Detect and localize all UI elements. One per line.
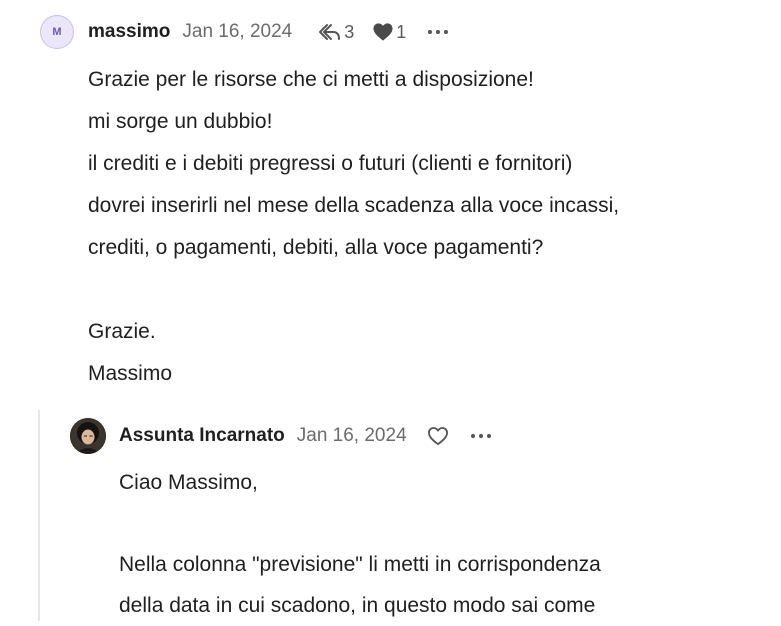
reply-line: della data in cui scadono, in questo mod… (119, 594, 596, 617)
reply-username[interactable]: Assunta Incarnato (119, 425, 285, 447)
post-body: Grazie per le risorse che ci metti a dis… (88, 59, 768, 395)
reply-thread-line (38, 410, 40, 621)
avatar-photo-icon (70, 418, 106, 454)
reply-avatar[interactable] (70, 418, 106, 454)
like-button[interactable]: 1 (372, 22, 406, 43)
post-header: M massimo Jan 16, 2024 3 1 (40, 15, 450, 49)
post-date[interactable]: Jan 16, 2024 (182, 21, 292, 43)
post-line: il crediti e i debiti pregressi o futuri… (88, 152, 573, 175)
reply-more-options-button[interactable] (469, 426, 493, 446)
post-line: crediti, o pagamenti, debiti, alla voce … (88, 236, 544, 259)
reply-arrow-icon (319, 24, 341, 40)
reply-blank-line (119, 503, 759, 544)
more-dots-icon (426, 22, 450, 42)
reply-count-button[interactable]: 3 (318, 22, 354, 43)
reply-line: Ciao Massimo, (119, 471, 258, 494)
more-dots-icon (469, 426, 493, 446)
more-options-button[interactable] (426, 22, 450, 42)
reply-date[interactable]: Jan 16, 2024 (297, 425, 407, 447)
reply-count: 3 (344, 21, 355, 42)
post-line: Grazie. (88, 320, 156, 343)
post-blank-line (88, 269, 768, 311)
like-count: 1 (396, 21, 407, 42)
post-line: mi sorge un dubbio! (88, 110, 273, 133)
post-line: dovrei inserirli nel mese della scadenza… (88, 194, 620, 217)
post-line: Grazie per le risorse che ci metti a dis… (88, 68, 534, 91)
reply-header: Assunta Incarnato Jan 16, 2024 (70, 418, 493, 454)
reply-body: Ciao Massimo, Nella colonna "previsione"… (119, 462, 759, 626)
avatar[interactable]: M (40, 15, 74, 49)
post-username[interactable]: massimo (88, 21, 170, 43)
heart-filled-icon (373, 23, 393, 41)
post-line: Massimo (88, 362, 173, 385)
reply-line: Nella colonna "previsione" li metti in c… (119, 553, 601, 576)
reply-like-button[interactable] (427, 426, 449, 446)
heart-outline-icon (427, 427, 448, 446)
